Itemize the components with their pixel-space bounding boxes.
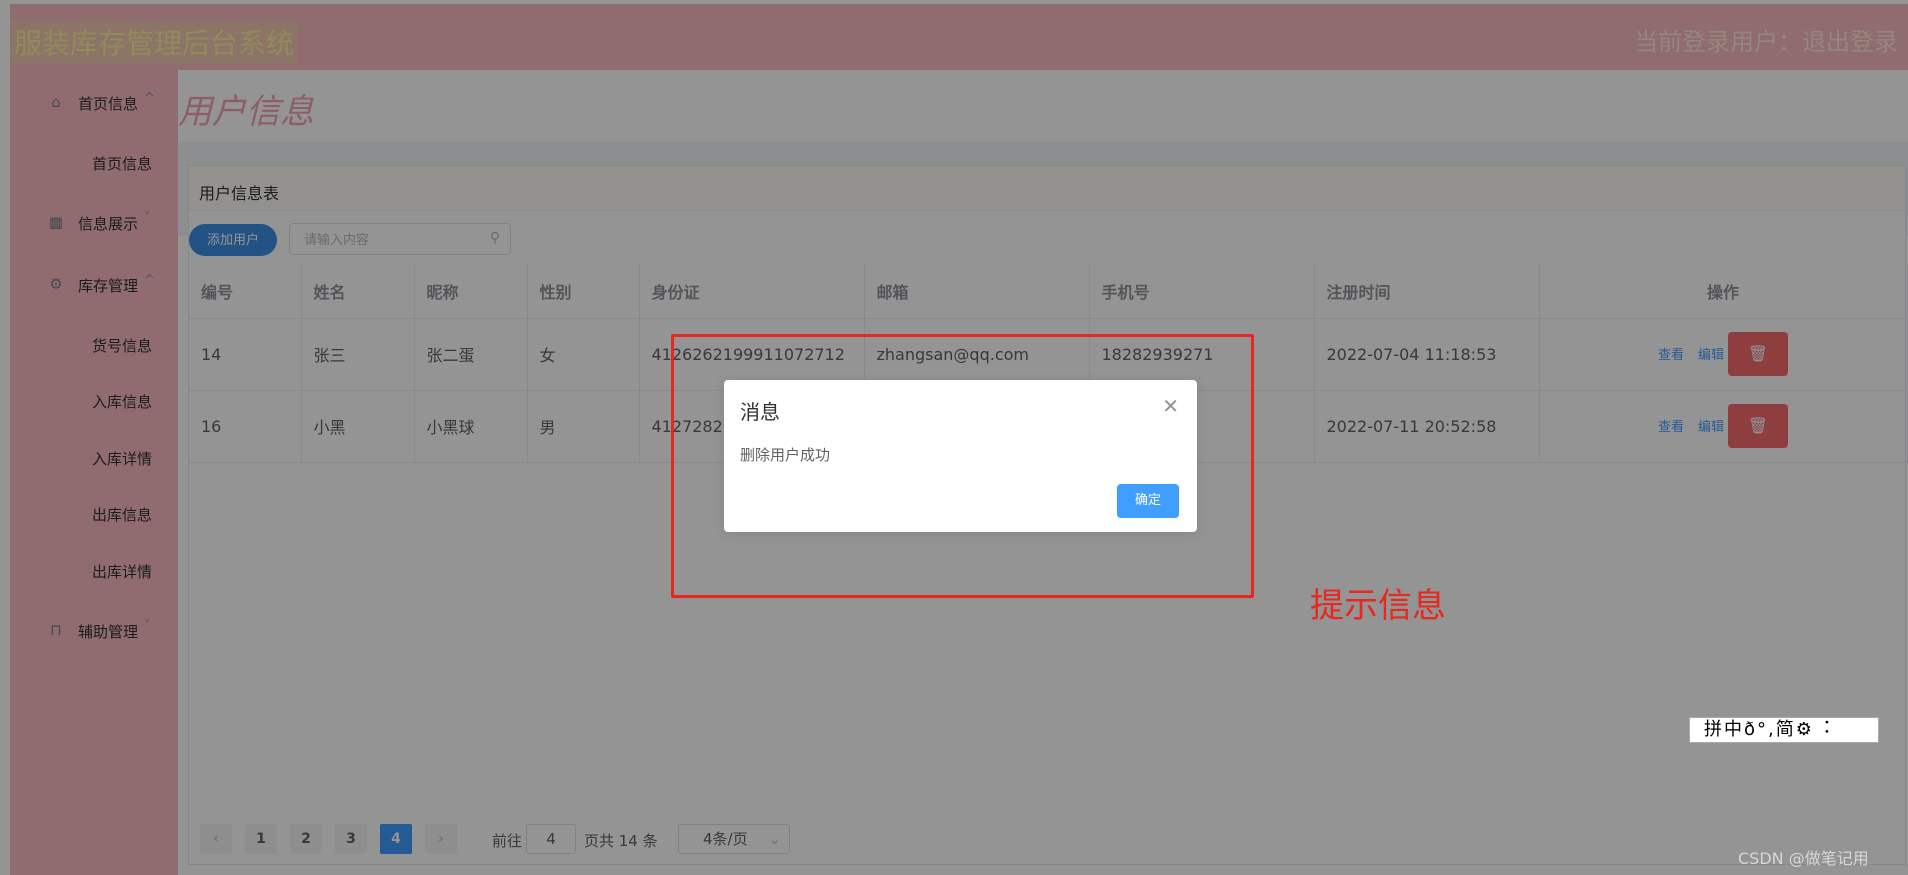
message-dialog: 消息 ✕ 删除用户成功 确定 xyxy=(724,380,1197,532)
watermark: CSDN @做笔记用 xyxy=(1738,849,1869,868)
dialog-title: 消息 xyxy=(740,400,780,424)
confirm-button[interactable]: 确定 xyxy=(1117,484,1179,518)
annotation-label: 提示信息 xyxy=(1310,586,1446,626)
close-icon[interactable]: ✕ xyxy=(1162,394,1179,418)
dialog-message: 删除用户成功 xyxy=(740,446,831,464)
ime-toolbar[interactable]: 拼中ð°,简⚙︓ xyxy=(1689,717,1879,743)
